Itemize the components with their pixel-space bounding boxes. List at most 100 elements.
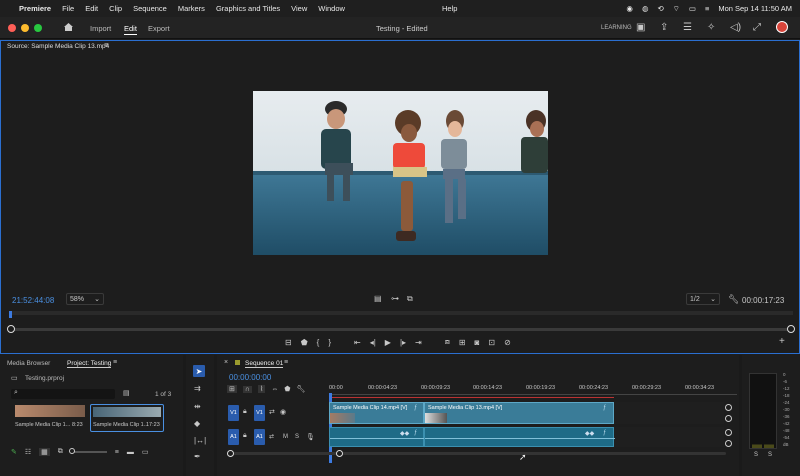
control-center-icon[interactable]: ≡ [705, 4, 709, 13]
close-tab-icon[interactable]: × [224, 359, 228, 366]
drag-video-icon[interactable]: ⊶ [391, 294, 399, 303]
button-editor-icon[interactable]: ⊡ [488, 338, 495, 347]
close-window-button[interactable] [8, 24, 16, 32]
scroll-handle-right[interactable] [787, 325, 795, 333]
eye-icon[interactable]: ◉ [280, 408, 286, 416]
lock-icon[interactable]: 🔒︎ [243, 432, 247, 440]
track-height-handle[interactable] [725, 440, 732, 447]
new-item-icon[interactable]: ▭ [142, 448, 149, 456]
wrench-icon[interactable]: 🔧︎ [296, 385, 305, 393]
microphone-icon[interactable]: 🎙︎ [306, 433, 315, 441]
search-input[interactable]: ⌕ [11, 389, 115, 399]
menu-edit[interactable]: Edit [85, 4, 98, 13]
add-marker-icon[interactable]: ⬟ [301, 338, 308, 347]
tab-edit[interactable]: Edit [124, 24, 137, 35]
tab-import[interactable]: Import [90, 24, 111, 33]
insert-clip-icon[interactable]: ⧈ [445, 337, 450, 347]
add-button-icon[interactable]: + [779, 336, 785, 347]
safe-margins-icon[interactable]: ⊘ [504, 338, 511, 347]
video-clip[interactable]: Sample Media Clip 14.mp4 [V] ƒ [329, 402, 424, 424]
video-clip[interactable]: Sample Media Clip 13.mp4 [V] ƒ [424, 402, 614, 424]
panel-menu-icon[interactable]: ≡ [113, 359, 117, 366]
settings-icon[interactable]: ▤ [374, 294, 382, 303]
audio-icon[interactable]: ◁) [730, 22, 741, 33]
overwrite-clip-icon[interactable]: ⊞ [459, 338, 466, 347]
list-view-icon[interactable]: ☷ [25, 448, 31, 456]
wifi-icon[interactable]: ⌔ [673, 4, 680, 14]
tab-export[interactable]: Export [148, 24, 170, 33]
timeline-scrollbar[interactable] [229, 452, 726, 455]
zoom-slider[interactable] [68, 448, 107, 454]
menu-sequence[interactable]: Sequence [133, 4, 167, 13]
pencil-icon[interactable]: ✎ [11, 448, 17, 456]
source-patch-a1[interactable]: A1 [228, 429, 239, 445]
mute-button[interactable]: M [283, 434, 288, 440]
timeline-ruler[interactable]: 00:00 00:00:04:23 00:00:09:23 00:00:14:2… [329, 385, 737, 395]
panel-menu-icon[interactable]: ≡ [284, 359, 288, 366]
ripple-edit-icon[interactable]: ⇹ [194, 402, 201, 411]
go-to-out-icon[interactable]: ⇥ [415, 338, 422, 347]
export-frame-icon[interactable]: ◙ [475, 338, 480, 347]
sync-lock-icon[interactable]: ⇄ [269, 433, 274, 440]
step-forward-icon[interactable]: |▸ [400, 338, 406, 347]
resolution-select[interactable]: 1/2 ⌄ [686, 293, 720, 305]
track-height-handle[interactable] [725, 429, 732, 436]
track-v1[interactable]: V1 [254, 405, 265, 421]
icon-view-icon[interactable]: ▦ [39, 448, 50, 456]
pen-tool-icon[interactable]: ✒ [194, 452, 201, 461]
home-icon[interactable] [63, 22, 74, 32]
playhead[interactable] [9, 311, 12, 318]
solo-right-button[interactable]: S [768, 452, 772, 458]
marker-icon[interactable]: ⬟ [284, 385, 290, 393]
add-marker-icon[interactable]: ⇔ [271, 386, 278, 393]
creative-cloud-icon[interactable]: ◉ [626, 4, 633, 13]
menu-window[interactable]: Window [318, 4, 345, 13]
panel-icon[interactable]: ▣ [636, 22, 645, 33]
tab-sequence[interactable]: Sequence 01 [245, 360, 284, 368]
track-height-handle[interactable] [725, 415, 732, 422]
app-menu[interactable]: Premiere [19, 4, 51, 13]
menu-markers[interactable]: Markers [178, 4, 205, 13]
clip-thumbnail[interactable] [15, 405, 85, 417]
razor-icon[interactable]: ◆ [194, 419, 200, 428]
menu-view[interactable]: View [291, 4, 307, 13]
scroll-handle-left[interactable] [7, 325, 15, 333]
selection-tool-icon[interactable]: ➤ [193, 365, 205, 377]
scroll-handle-left[interactable] [227, 450, 234, 457]
source-tab[interactable]: Source: Sample Media Clip 13.mp4 [7, 43, 109, 50]
insert-icon[interactable]: ⊟ [285, 338, 292, 347]
play-icon[interactable]: ▶ [385, 338, 391, 347]
solo-left-button[interactable]: S [754, 452, 758, 458]
zoom-select[interactable]: 58% ⌄ [66, 293, 104, 305]
slip-icon[interactable]: |↔| [194, 436, 206, 445]
lock-icon[interactable]: 🔒︎ [243, 408, 247, 416]
avatar[interactable] [776, 21, 788, 33]
step-back-icon[interactable]: ◂| [370, 338, 376, 347]
menu-help[interactable]: Help [442, 4, 457, 13]
time-ruler[interactable] [9, 311, 793, 315]
drag-audio-icon[interactable]: ⧉ [407, 294, 413, 304]
status-icon[interactable]: ◍ [642, 4, 649, 13]
minimize-window-button[interactable] [21, 24, 29, 32]
scroll-handle-right[interactable] [336, 450, 343, 457]
sort-icon[interactable]: ≡ [115, 449, 119, 456]
tab-media-browser[interactable]: Media Browser [7, 360, 50, 367]
sync-icon[interactable]: ⟲ [657, 4, 663, 13]
audio-clip[interactable]: ◆◆ ƒ [329, 427, 425, 447]
menu-graphics[interactable]: Graphics and Titles [216, 4, 280, 13]
audio-clip[interactable]: ◆◆ ƒ [424, 427, 615, 447]
menu-file[interactable]: File [62, 4, 74, 13]
snap-icon[interactable]: ∩ [242, 385, 252, 393]
wrench-icon[interactable]: 🔧︎ [728, 294, 739, 305]
freeform-view-icon[interactable]: ⧉ [58, 448, 63, 456]
zoom-window-button[interactable] [34, 24, 42, 32]
timeline-timecode[interactable]: 00:00:00:00 [229, 373, 271, 382]
battery-icon[interactable]: ▭ [689, 4, 696, 13]
source-patch-v1[interactable]: V1 [228, 405, 239, 421]
tab-project[interactable]: Project: Testing [67, 360, 112, 368]
clip-item-selected[interactable]: Sample Media Clip 1... 17:23 [90, 404, 164, 432]
go-to-in-icon[interactable]: ⇤ [354, 338, 361, 347]
panel-menu-icon[interactable]: ≡ [104, 42, 108, 49]
new-bin-icon[interactable]: ▬ [127, 449, 134, 456]
fullscreen-icon[interactable]: ⤢ [753, 22, 761, 33]
